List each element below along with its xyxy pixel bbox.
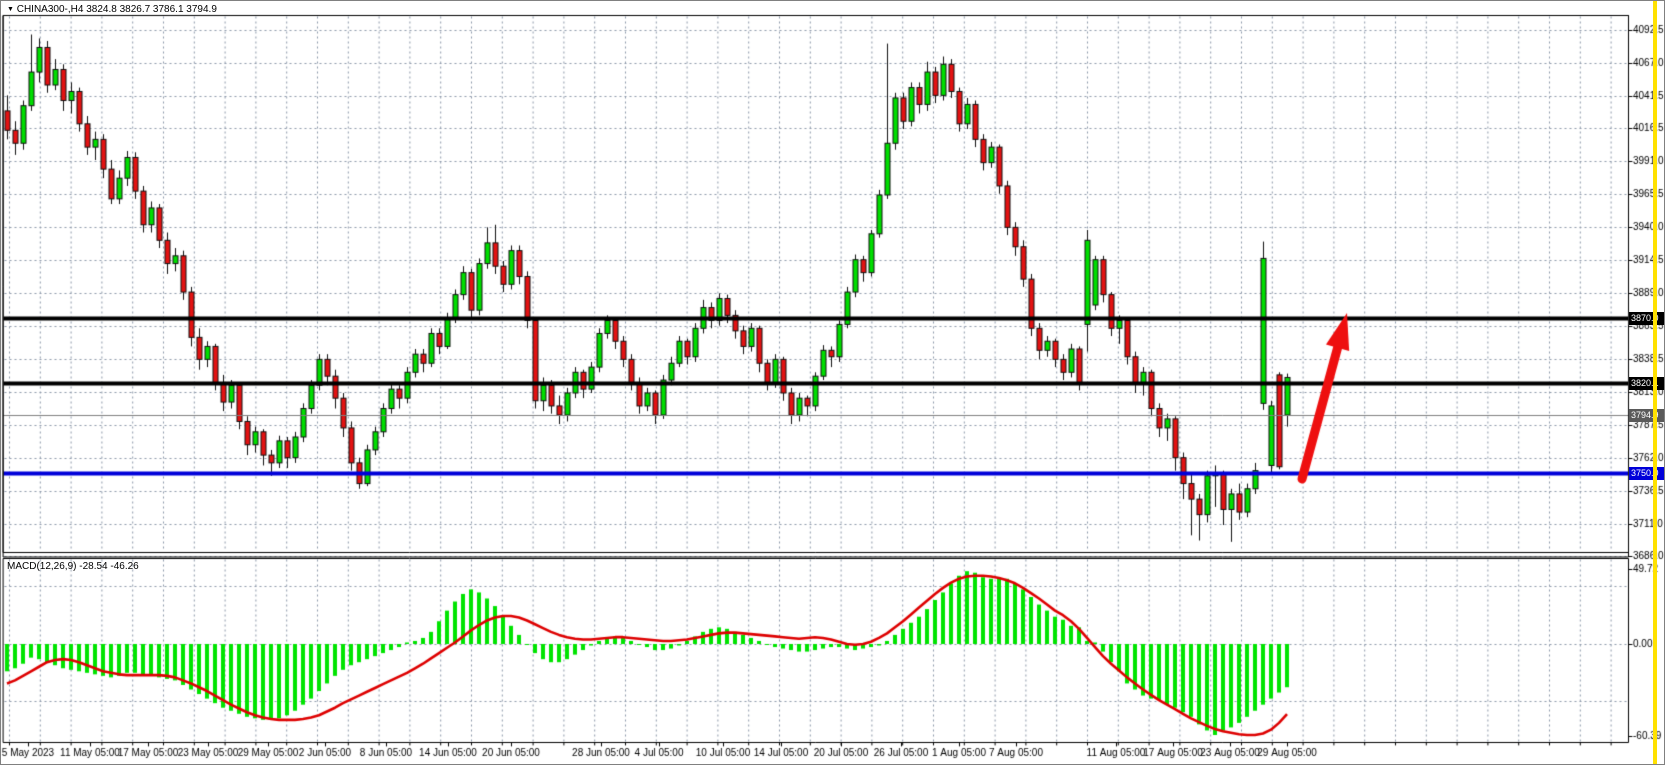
chart-window: ▼ CHINA300-,H4 3824.8 3826.7 3786.1 3794… bbox=[0, 0, 1665, 765]
price-tag-current-bid: 3794.9 bbox=[1629, 409, 1664, 422]
price-tag-blue-3750[interactable]: 3750.0 bbox=[1629, 467, 1664, 480]
symbol-title: ▼ CHINA300-,H4 3824.8 3826.7 3786.1 3794… bbox=[7, 4, 217, 15]
price-tag-support-3820[interactable]: 3820.1 bbox=[1629, 377, 1664, 390]
price-tag-resistance-3870[interactable]: 3870.0 bbox=[1629, 312, 1664, 325]
symbol-period-label: CHINA300-,H4 bbox=[17, 4, 84, 15]
macd-indicator-label: MACD(12,26,9) -28.54 -46.26 bbox=[7, 561, 139, 572]
chevron-down-icon[interactable]: ▼ bbox=[7, 6, 14, 13]
price-chart-canvas[interactable] bbox=[1, 1, 1664, 764]
ohlc-values-label: 3824.8 3826.7 3786.1 3794.9 bbox=[86, 4, 217, 15]
yellow-highlight-strip bbox=[1653, 1, 1657, 764]
